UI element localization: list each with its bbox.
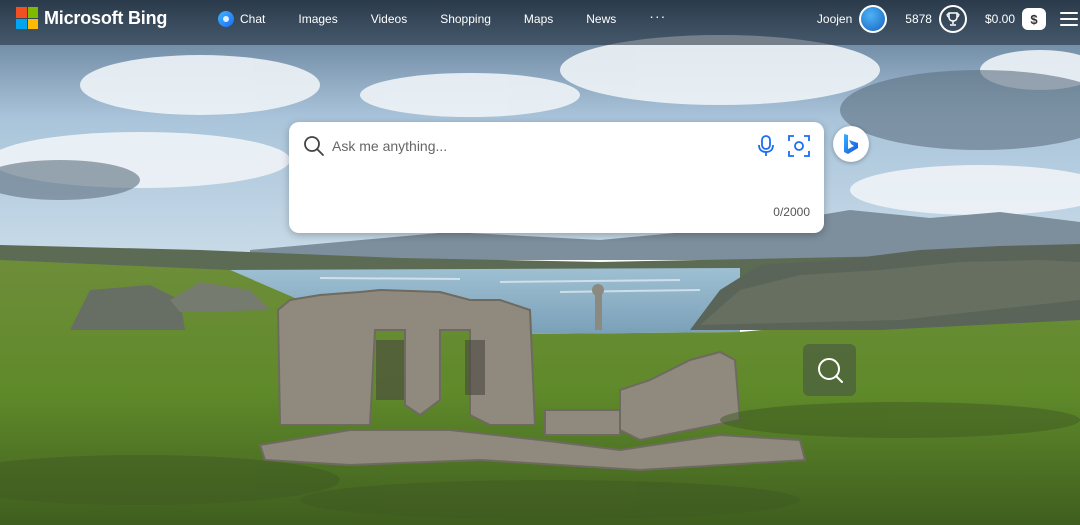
- brand-name: Microsoft Bing: [44, 7, 168, 28]
- menu-line: [1060, 18, 1078, 20]
- microphone-icon[interactable]: [756, 134, 776, 163]
- bing-copilot-icon[interactable]: [833, 126, 869, 162]
- background-image: [0, 0, 1080, 525]
- logo-tile-red: [16, 7, 27, 18]
- nav-videos-label: Videos: [370, 12, 408, 26]
- account-area: Joojen 5878 $0.00 $: [817, 5, 1080, 33]
- nav-news-label: News: [586, 12, 617, 26]
- search-icon: [303, 135, 325, 162]
- more-nav-button[interactable]: ···: [649, 8, 666, 24]
- nav-videos[interactable]: Videos: [371, 12, 407, 26]
- trophy-icon[interactable]: [938, 5, 967, 33]
- logo-tile-blue: [16, 18, 27, 29]
- avatar[interactable]: [859, 5, 888, 33]
- hamburger-menu-icon[interactable]: [1060, 12, 1078, 26]
- image-visual-search-button[interactable]: [803, 344, 856, 396]
- nav-shopping-label: Shopping: [440, 12, 491, 26]
- main-nav: Chat Images Videos Shopping Maps News ··…: [218, 8, 666, 27]
- cash-balance[interactable]: $0.00: [985, 12, 1015, 26]
- nav-maps-label: Maps: [523, 12, 554, 26]
- nav-maps[interactable]: Maps: [524, 12, 553, 26]
- logo-tile-yellow: [27, 18, 38, 29]
- bing-copilot-glyph: [844, 134, 858, 154]
- menu-line: [1060, 12, 1078, 14]
- cash-icon[interactable]: $: [1022, 8, 1046, 30]
- user-name[interactable]: Joojen: [817, 12, 852, 26]
- visual-search-icon[interactable]: [787, 134, 811, 163]
- logo-tile-green: [27, 7, 38, 18]
- char-counter: 0/2000: [773, 205, 810, 219]
- copilot-chat-icon: [218, 11, 234, 27]
- bing-logo[interactable]: Microsoft Bing: [16, 7, 167, 29]
- rewards-points[interactable]: 5878: [905, 12, 932, 26]
- trophy-glyph: [946, 12, 960, 26]
- nav-chat[interactable]: Chat: [218, 11, 265, 27]
- search-input[interactable]: [330, 134, 734, 158]
- top-bar: Microsoft Bing Chat Images Videos Shoppi…: [0, 0, 1080, 38]
- nav-images[interactable]: Images: [298, 12, 337, 26]
- menu-line: [1060, 24, 1078, 26]
- nav-images-label: Images: [298, 12, 338, 26]
- search-box[interactable]: 0/2000: [289, 122, 824, 233]
- nav-shopping[interactable]: Shopping: [440, 12, 491, 26]
- visual-search-lens-icon: [817, 358, 843, 383]
- nav-news[interactable]: News: [586, 12, 616, 26]
- microsoft-logo-icon: [16, 7, 38, 29]
- nav-chat-label: Chat: [240, 12, 266, 26]
